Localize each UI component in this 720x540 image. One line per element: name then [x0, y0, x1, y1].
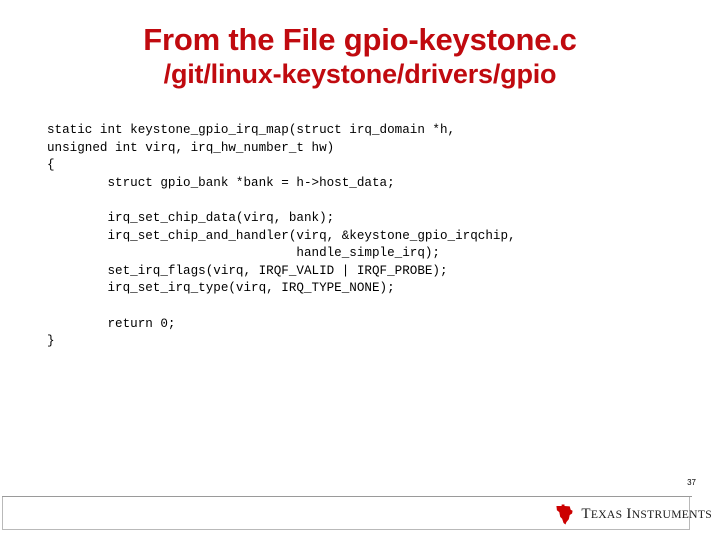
- title-block: From the File gpio-keystone.c /git/linux…: [0, 22, 720, 91]
- code-line: static int keystone_gpio_irq_map(struct …: [47, 123, 456, 137]
- page-title: From the File gpio-keystone.c: [143, 22, 577, 57]
- slide: From the File gpio-keystone.c /git/linux…: [0, 0, 720, 540]
- code-line: irq_set_chip_data(virq, bank);: [47, 210, 335, 225]
- texas-instruments-logo: TEXAS INSTRUMENTS: [555, 501, 712, 527]
- texas-instruments-wordmark: TEXAS INSTRUMENTS: [581, 505, 712, 522]
- code-line: irq_set_chip_and_handler(virq, &keystone…: [47, 228, 516, 243]
- page-subtitle: /git/linux-keystone/drivers/gpio: [163, 59, 557, 89]
- code-line: return 0;: [47, 316, 176, 331]
- wordmark-nstruments: NSTRUMENTS: [631, 507, 712, 521]
- code-block: static int keystone_gpio_irq_map(struct …: [47, 122, 697, 351]
- code-line: struct gpio_bank *bank = h->host_data;: [47, 175, 395, 190]
- texas-state-icon: [556, 504, 573, 524]
- code-line: handle_simple_irq);: [47, 246, 440, 261]
- code-line: set_irq_flags(virq, IRQF_VALID | IRQF_PR…: [47, 263, 448, 278]
- slide-number: 37: [687, 478, 696, 487]
- code-line: irq_set_irq_type(virq, IRQ_TYPE_NONE);: [47, 281, 395, 296]
- code-line: }: [47, 334, 55, 349]
- code-line: {: [47, 158, 55, 173]
- wordmark-t: T: [581, 505, 591, 522]
- wordmark-exas: EXAS: [590, 507, 623, 521]
- code-line: unsigned int virq, irq_hw_number_t hw): [47, 140, 335, 155]
